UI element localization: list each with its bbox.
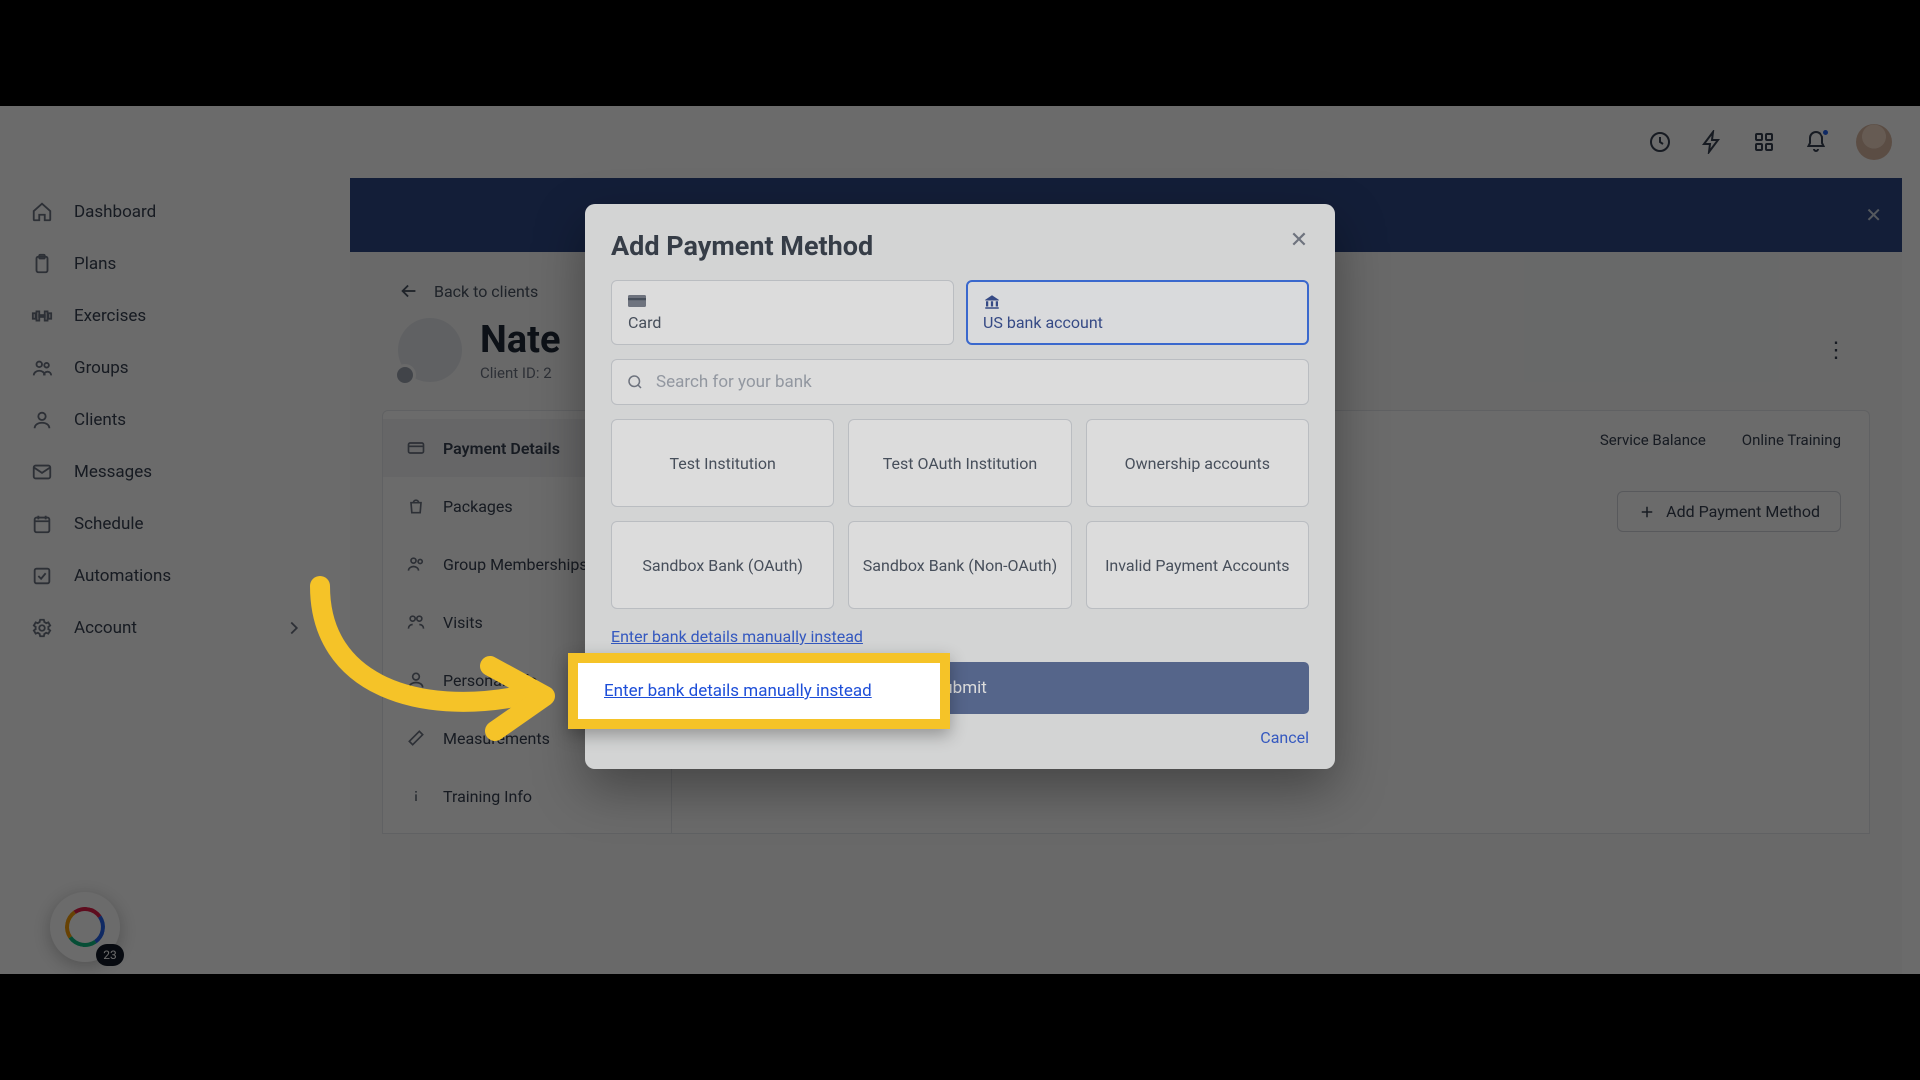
payment-type-segment: Card US bank account	[611, 280, 1309, 345]
modal-title: Add Payment Method	[611, 230, 1309, 262]
letterbox-bottom	[0, 974, 1920, 1080]
bank-grid: Test Institution Test OAuth Institution …	[611, 419, 1309, 609]
segment-us-bank[interactable]: US bank account	[966, 280, 1309, 345]
cancel-link[interactable]: Cancel	[1260, 728, 1309, 747]
search-icon	[626, 373, 644, 391]
bank-tile[interactable]: Sandbox Bank (Non-OAuth)	[848, 521, 1071, 609]
enter-manually-link[interactable]: Enter bank details manually instead	[611, 627, 863, 646]
enter-manually-link-highlight[interactable]: Enter bank details manually instead	[604, 681, 872, 701]
bank-tile[interactable]: Ownership accounts	[1086, 419, 1309, 507]
letterbox-top	[0, 0, 1920, 106]
segment-bank-label: US bank account	[983, 313, 1103, 332]
overlay-stack: Add Payment Method ✕ Card US bank accoun…	[0, 106, 1920, 974]
card-icon	[628, 293, 646, 307]
segment-card[interactable]: Card	[611, 280, 954, 345]
segment-card-label: Card	[628, 313, 661, 332]
bank-search-input[interactable]	[656, 372, 1294, 392]
bank-icon	[983, 293, 1001, 307]
annotation-highlight: Enter bank details manually instead	[568, 653, 950, 729]
bank-tile[interactable]: Invalid Payment Accounts	[1086, 521, 1309, 609]
bank-tile[interactable]: Test Institution	[611, 419, 834, 507]
bank-tile[interactable]: Test OAuth Institution	[848, 419, 1071, 507]
modal-close-button[interactable]: ✕	[1285, 226, 1313, 254]
bank-search[interactable]	[611, 359, 1309, 405]
bank-tile[interactable]: Sandbox Bank (OAuth)	[611, 521, 834, 609]
